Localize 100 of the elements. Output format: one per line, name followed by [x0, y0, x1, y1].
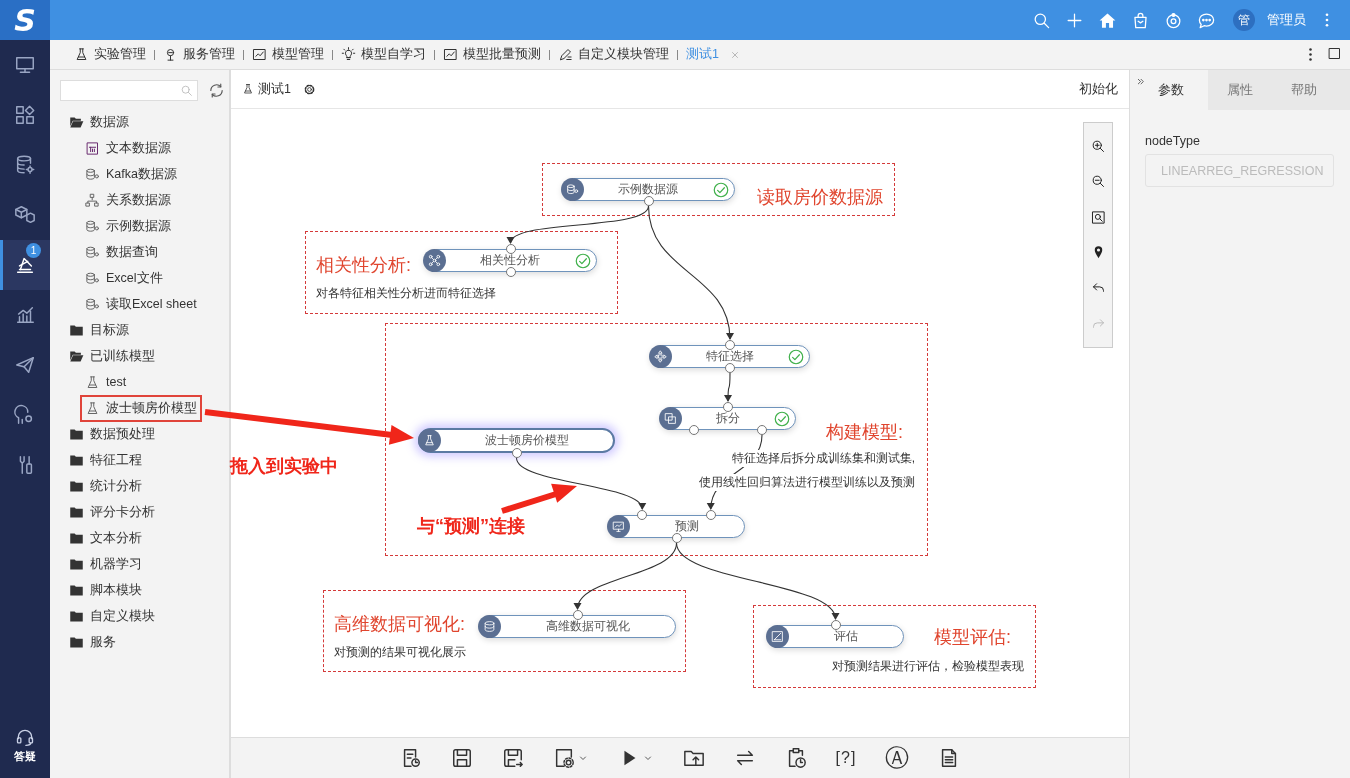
zoom-in-button[interactable] [1090, 139, 1106, 155]
tree-item[interactable]: Excel文件 [80, 264, 168, 292]
tree-item[interactable]: 服务 [64, 628, 121, 656]
initialize-link[interactable]: 初始化 [1079, 80, 1118, 98]
tree-item[interactable]: 文本数据源 [80, 134, 176, 162]
tab[interactable]: 属性 [1208, 70, 1272, 110]
tree-item[interactable]: 评分卡分析 [64, 498, 160, 526]
tree-item[interactable]: Kafka数据源 [80, 160, 182, 188]
tab[interactable]: 帮助 [1272, 70, 1336, 110]
home-icon [1098, 10, 1117, 30]
fit-view-button[interactable] [1090, 209, 1106, 225]
zoom-out-icon [1090, 174, 1106, 190]
tab[interactable]: 模型自学习 [333, 39, 434, 70]
port-handle[interactable] [705, 510, 716, 520]
collapse-icon[interactable] [1136, 77, 1147, 88]
flow-node[interactable]: 特征选择 [650, 345, 810, 368]
headset-icon[interactable] [15, 727, 35, 747]
database-gear-icon [14, 154, 36, 176]
tree-item[interactable]: 统计分析 [64, 472, 147, 500]
tree-item[interactable]: 示例数据源 [80, 212, 176, 240]
flow-node[interactable]: 拆分 [660, 407, 796, 430]
port-handle[interactable] [505, 267, 516, 277]
flask-icon [85, 400, 100, 416]
text-file-icon [85, 140, 100, 156]
tree-item[interactable]: 特征工程 [64, 446, 147, 474]
database-icon [85, 296, 100, 312]
tree-item[interactable]: 文本分析 [64, 524, 147, 552]
tree-item[interactable]: 已训练模型 [64, 342, 160, 370]
save-as-icon [501, 747, 524, 769]
database-icon [483, 620, 496, 633]
port-handle[interactable] [830, 620, 841, 630]
user-avatar[interactable]: 管 [1233, 9, 1255, 31]
save-button[interactable] [450, 747, 473, 769]
flow-node[interactable]: 示例数据源 [562, 178, 735, 201]
flow-node[interactable]: 高维数据可视化 [479, 615, 676, 638]
line-chart-icon [443, 47, 458, 62]
toolbar-button[interactable]: [?] [835, 749, 857, 767]
annotation-text: 特征选择后拆分成训练集和测试集, [731, 450, 915, 467]
tree-item[interactable]: 数据预处理 [64, 420, 160, 448]
port-handle[interactable] [511, 448, 522, 458]
zoom-out-button[interactable] [1090, 174, 1106, 190]
save-as-button[interactable] [501, 747, 524, 769]
port-handle[interactable] [757, 425, 767, 435]
connector-line [724, 372, 732, 402]
tree-item[interactable]: 脚本模块 [64, 576, 147, 604]
flow-node[interactable]: 评估 [767, 625, 904, 648]
tab[interactable]: 服务管理 [155, 39, 243, 70]
grid-icon [14, 104, 36, 126]
split-icon [664, 412, 677, 425]
annotation-title: 读取房价数据源 [757, 186, 883, 209]
tree-item[interactable]: 自定义模块 [64, 602, 160, 630]
flask-icon [74, 47, 89, 62]
tab[interactable]: 实验管理 [66, 39, 154, 70]
annotation-text: 使用线性回归算法进行模型训练以及预测 [699, 474, 915, 491]
tab[interactable]: 参数 [1156, 70, 1208, 110]
port-handle[interactable] [725, 340, 735, 350]
tab[interactable]: 模型管理 [244, 39, 332, 70]
annotation-title: 相关性分析: [316, 254, 411, 277]
success-check-icon [574, 251, 592, 270]
save-icon [450, 747, 473, 769]
tree-item[interactable]: 读取Excel sheet [80, 290, 202, 318]
tree-item[interactable]: 关系数据源 [80, 186, 176, 214]
annotation-text: 对预测结果进行评估，检验模型表现 [832, 658, 1024, 675]
help-label[interactable]: 答疑 [14, 749, 36, 764]
port-handle[interactable] [689, 425, 699, 435]
paper-plane-icon [14, 354, 36, 376]
port-handle[interactable] [505, 244, 516, 254]
tree-item[interactable]: 目标源 [64, 316, 134, 344]
annotation-title: 构建模型: [826, 421, 903, 444]
port-handle[interactable] [643, 196, 654, 206]
port-handle[interactable] [723, 402, 733, 412]
port-handle[interactable] [725, 363, 735, 373]
notification-badge: 1 [26, 243, 41, 258]
database-icon [566, 183, 579, 196]
flask-icon [242, 83, 254, 95]
flow-node[interactable]: 预测 [608, 515, 745, 538]
tree-item[interactable]: 机器学习 [64, 550, 147, 578]
annotation-text: 对各特征相关性分析进而特征选择 [316, 285, 496, 302]
canvas-title: 测试1 [258, 80, 291, 98]
refresh-icon[interactable] [208, 82, 225, 99]
port-handle[interactable] [637, 510, 648, 520]
tree-item[interactable]: 数据源 [64, 108, 134, 136]
flow-node[interactable]: 波士顿房价模型 [418, 428, 615, 453]
feature-icon [654, 350, 667, 363]
tree-item[interactable]: 数据查询 [80, 238, 163, 266]
bag-icon [1131, 10, 1150, 30]
tree-item[interactable]: 波士顿房价模型 [80, 394, 202, 422]
port-handle[interactable] [572, 610, 583, 620]
tab[interactable]: 自定义模块管理 [550, 39, 677, 70]
tree-item[interactable]: test [80, 369, 132, 395]
settings-icon[interactable] [302, 82, 316, 96]
toolbar-button[interactable]: Ⓐ [885, 747, 910, 769]
tab[interactable]: 模型批量预测 [435, 39, 549, 70]
flow-node[interactable]: 相关性分析 [424, 249, 597, 272]
search-field[interactable] [60, 80, 198, 101]
logo[interactable]: S [0, 0, 50, 40]
maximize-icon[interactable] [1327, 46, 1342, 61]
port-handle[interactable] [671, 533, 682, 543]
success-check-icon [787, 347, 805, 366]
monitor-icon [14, 54, 36, 76]
